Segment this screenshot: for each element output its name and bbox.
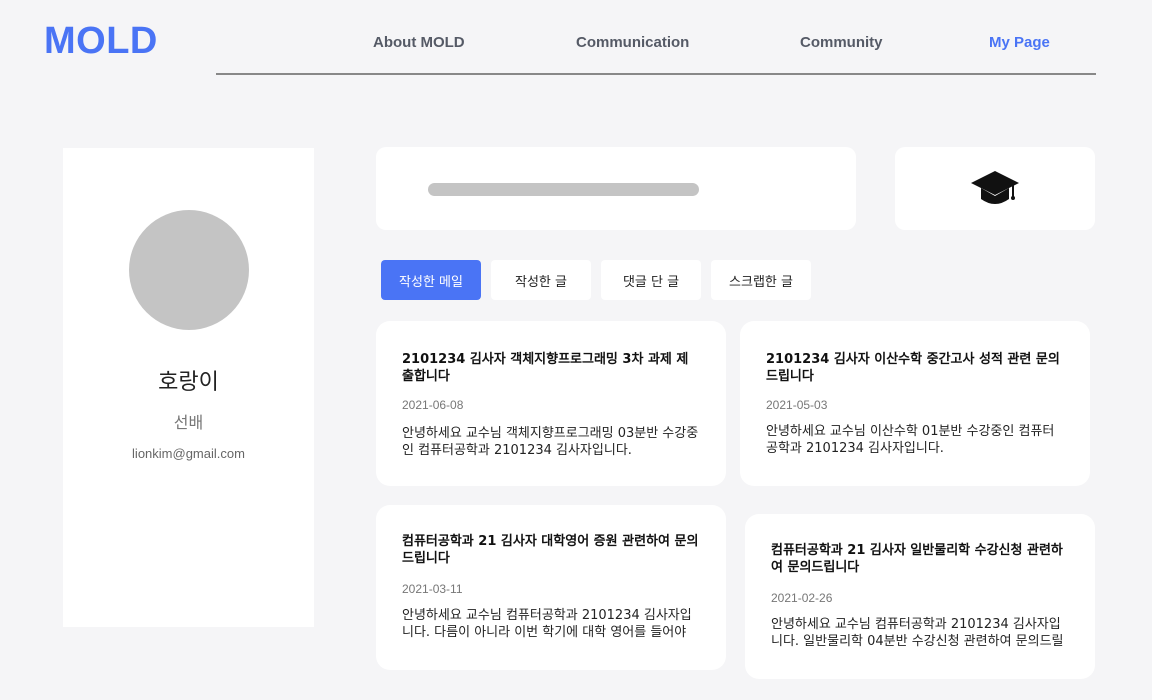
mail-card[interactable]: 2101234 김사자 객체지향프로그래밍 3차 과제 제출합니다 2021-0… xyxy=(376,321,726,486)
mail-card[interactable]: 컴퓨터공학과 21 김사자 대학영어 증원 관련하여 문의드립니다 2021-0… xyxy=(376,505,726,670)
graduation-cap-icon xyxy=(971,171,1019,204)
profile-email: lionkim@gmail.com xyxy=(132,446,245,461)
search-placeholder-bar xyxy=(428,183,699,196)
graduation-panel[interactable] xyxy=(895,147,1095,230)
mail-date: 2021-06-08 xyxy=(402,398,464,412)
mail-date: 2021-05-03 xyxy=(766,398,828,412)
nav-my-page[interactable]: My Page xyxy=(989,34,1050,51)
search-box[interactable] xyxy=(376,147,856,230)
mail-date: 2021-03-11 xyxy=(402,582,463,596)
logo[interactable]: MOLD xyxy=(44,20,158,63)
mail-title: 2101234 김사자 객체지향프로그래밍 3차 과제 제출합니다 xyxy=(402,352,689,384)
mail-date: 2021-02-26 xyxy=(771,591,833,605)
tab-commented-posts[interactable]: 댓글 단 글 xyxy=(601,260,701,300)
profile-card: 호랑이 선배 lionkim@gmail.com xyxy=(63,148,314,627)
profile-name: 호랑이 xyxy=(158,370,219,395)
mail-preview: 안녕하세요 교수님 이산수학 01분반 수강중인 컴퓨터공학과 2101234 … xyxy=(766,424,1055,456)
profile-role: 선배 xyxy=(173,413,204,432)
mail-preview: 안녕하세요 교수님 컴퓨터공학과 2101234 김사자입니다. 다름이 아니라… xyxy=(402,608,692,640)
nav-communication[interactable]: Communication xyxy=(576,34,689,51)
mail-preview: 안녕하세요 교수님 컴퓨터공학과 2101234 김사자입니다. 일반물리학 0… xyxy=(771,617,1064,649)
mail-preview: 안녕하세요 교수님 객체지향프로그래밍 03분반 수강중인 컴퓨터공학과 210… xyxy=(402,426,699,458)
mail-card[interactable]: 2101234 김사자 이산수학 중간고사 성적 관련 문의드립니다 2021-… xyxy=(740,321,1090,486)
nav-about-mold[interactable]: About MOLD xyxy=(373,34,465,51)
mail-title: 2101234 김사자 이산수학 중간고사 성적 관련 문의드립니다 xyxy=(766,352,1060,384)
nav-divider xyxy=(216,73,1096,75)
mail-card[interactable]: 컴퓨터공학과 21 김사자 일반물리학 수강신청 관련하여 문의드립니다 202… xyxy=(745,514,1095,679)
tab-scrapped-posts[interactable]: 스크랩한 글 xyxy=(711,260,811,300)
mail-title: 컴퓨터공학과 21 김사자 대학영어 증원 관련하여 문의드립니다 xyxy=(402,534,699,566)
mail-title: 컴퓨터공학과 21 김사자 일반물리학 수강신청 관련하여 문의드립니다 xyxy=(771,543,1063,575)
nav-community[interactable]: Community xyxy=(800,34,883,51)
avatar xyxy=(129,210,249,330)
tab-written-posts[interactable]: 작성한 글 xyxy=(491,260,591,300)
tab-written-mail[interactable]: 작성한 메일 xyxy=(381,260,481,300)
main-nav: About MOLD Communication Community My Pa… xyxy=(216,0,1096,76)
